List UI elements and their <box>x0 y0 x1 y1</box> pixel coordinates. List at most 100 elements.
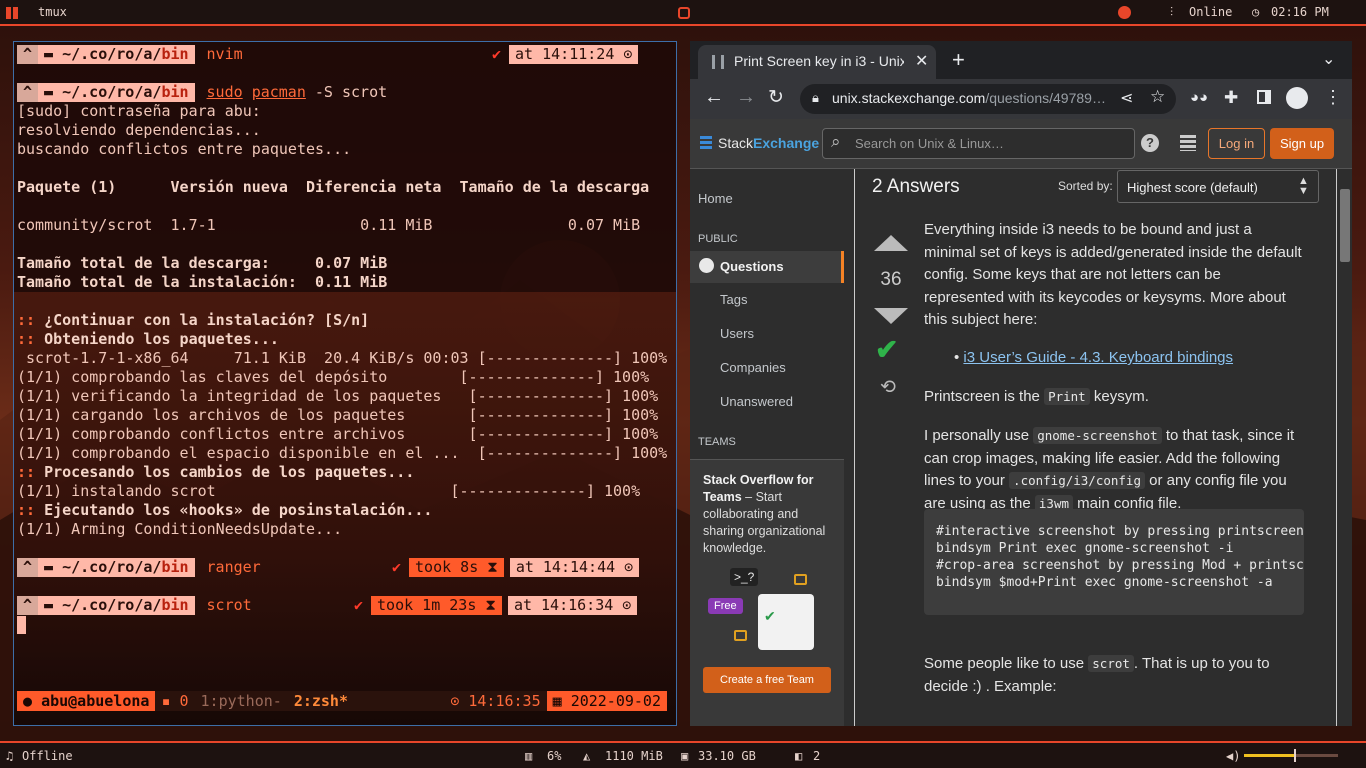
tab-close-icon[interactable]: ✕ <box>915 51 928 71</box>
lock-icon: 🔒︎ <box>812 90 819 105</box>
teams-promo: Stack Overflow for Teams – Start collabo… <box>690 459 844 726</box>
signup-button[interactable]: Sign up <box>1270 128 1334 159</box>
terminal-window[interactable]: ^ ▬ ~/.co/ro/a/bin nvim ✔ at 14:11:24 ⊙ … <box>13 41 677 726</box>
answer-paragraph: Printscreen is the Print keysym. <box>924 388 1149 405</box>
downvote-arrow-icon[interactable] <box>874 308 908 324</box>
hooks-line: :: Ejecutando los «hooks» de posinstalac… <box>17 501 433 519</box>
tmux-window-1[interactable]: 1:python- <box>194 691 288 711</box>
step-line: (1/1) cargando los archivos de los paque… <box>17 406 659 424</box>
took-duration: took 8s ⧗ <box>409 558 504 577</box>
prompt-line: ^ ▬ ~/.co/ro/a/bin scrot <box>17 596 252 615</box>
nav-tags[interactable]: Tags <box>720 292 747 307</box>
cpu-usage: 6% <box>547 749 562 763</box>
arch-icon: ^ <box>17 83 39 102</box>
nav-unanswered[interactable]: Unanswered <box>720 394 793 409</box>
tmux-user: ● abu@abuelona <box>17 691 156 711</box>
cpu-chart-icon: ▥ <box>525 749 533 763</box>
forward-icon[interactable]: → <box>736 86 756 109</box>
sidepanel-icon[interactable] <box>1257 90 1271 104</box>
left-sidebar: Home PUBLIC Questions Tags Users Compani… <box>690 169 855 726</box>
site-brand[interactable]: StackExchange <box>718 135 819 151</box>
share-icon[interactable]: ⋖ <box>1120 88 1133 108</box>
browser-window[interactable]: Print Screen key in i3 - Unix ✕ + ⌄ ← → … <box>690 41 1352 726</box>
sorted-by-label: Sorted by: <box>1058 179 1113 193</box>
volume-level <box>1244 754 1294 757</box>
create-team-button[interactable]: Create a free Team <box>703 667 831 693</box>
profile-avatar[interactable] <box>1286 87 1308 109</box>
windows-icon: ◧ <box>795 749 803 763</box>
nav-users[interactable]: Users <box>720 326 754 341</box>
sort-select-value: Highest score (default) <box>1127 180 1258 195</box>
accepted-check-icon: ✔ <box>875 334 899 365</box>
help-icon[interactable]: ? <box>1141 134 1159 152</box>
grid-icon[interactable] <box>6 7 18 19</box>
nav-companies[interactable]: Companies <box>720 360 786 375</box>
arch-icon: ^ <box>17 596 39 615</box>
bookmark-star-icon[interactable]: ☆ <box>1150 87 1165 107</box>
step-line: (1/1) comprobando el espacio disponible … <box>17 444 668 462</box>
command-text: sudo pacman -S scrot <box>206 83 388 101</box>
site-header: StackExchange ⌕ Search on Unix & Linux… … <box>690 119 1352 169</box>
output-line: [sudo] contraseña para abu: <box>17 102 261 120</box>
url-text: unix.stackexchange.com/questions/49789… <box>832 90 1106 106</box>
prompt-time: at 14:16:34 ⊙ <box>507 596 638 615</box>
success-check-icon: ✔ <box>354 596 364 614</box>
stackexchange-page: StackExchange ⌕ Search on Unix & Linux… … <box>690 119 1352 726</box>
windows-count: 2 <box>813 749 821 763</box>
disk-usage: 33.10 GB <box>698 749 756 763</box>
checklist-card: ✔ <box>758 594 814 650</box>
prompt-line: ^ ▬ ~/.co/ro/a/bin sudo pacman -S scrot <box>17 83 387 102</box>
scrollbar-thumb[interactable] <box>1340 189 1350 262</box>
nav-home[interactable]: Home <box>698 191 733 206</box>
total-download: Tamaño total de la descarga: 0.07 MiB <box>17 254 388 272</box>
palette-icon[interactable] <box>1118 6 1131 19</box>
sort-select[interactable]: Highest score (default) ▲ ▼ <box>1117 170 1319 203</box>
arch-icon: ^ <box>17 558 39 577</box>
volume-icon[interactable]: ◀) <box>1226 749 1240 763</box>
toolbar: ← → ↻ 🔒︎ unix.stackexchange.com/question… <box>690 79 1352 119</box>
tmux-window-0[interactable]: ▪ 0 <box>155 691 195 711</box>
back-icon[interactable]: ← <box>704 86 724 109</box>
prompt-path: ▬ ~/.co/ro/a/bin <box>38 596 195 615</box>
new-tab-icon[interactable]: + <box>952 47 965 73</box>
output-line: resolviendo dependencias... <box>17 121 261 139</box>
upvote-arrow-icon[interactable] <box>874 235 908 251</box>
nav-questions[interactable]: Questions <box>690 251 844 283</box>
browser-menu-icon[interactable]: ⋮ <box>1324 87 1342 108</box>
tmux-window-2[interactable]: 2:zsh* <box>287 691 354 711</box>
disk-icon: ▣ <box>681 749 689 763</box>
tab-active[interactable]: Print Screen key in i3 - Unix ✕ <box>698 45 936 79</box>
answer-paragraph: I personally use gnome-screenshot to tha… <box>924 427 1295 512</box>
site-switcher-icon[interactable] <box>1180 135 1196 151</box>
clock-icon: ◷ <box>1252 5 1260 19</box>
i3-guide-link[interactable]: i3 User’s Guide - 4.3. Keyboard bindings <box>963 349 1233 366</box>
step-line: (1/1) verificando la integridad de los p… <box>17 387 659 405</box>
success-check-icon: ✔ <box>392 558 402 576</box>
vote-score: 36 <box>880 269 902 290</box>
step-line: (1/1) comprobando las claves del depósit… <box>17 368 650 386</box>
memory-usage: 1110 MiB <box>605 749 663 763</box>
chat-bubble-icon <box>734 630 747 641</box>
extensions-puzzle-icon[interactable]: ✚ <box>1224 88 1238 108</box>
volume-knob[interactable] <box>1293 749 1296 762</box>
volume-slider[interactable] <box>1244 749 1338 762</box>
login-button[interactable]: Log in <box>1208 128 1265 159</box>
extension-glasses-icon[interactable]: ◕◕ <box>1190 89 1208 106</box>
reload-icon[interactable]: ↻ <box>768 86 784 109</box>
total-install: Tamaño total de la instalación: 0.11 MiB <box>17 273 388 291</box>
answer-list-item: • i3 User’s Guide - 4.3. Keyboard bindin… <box>954 349 1234 366</box>
terminal-prompt-graphic: >_? <box>730 568 759 586</box>
site-search-box[interactable]: ⌕ Search on Unix & Linux… <box>822 128 1135 159</box>
stackexchange-logo-icon[interactable] <box>700 136 712 150</box>
teams-illustration: >_? Free ✔ <box>708 568 824 658</box>
search-icon: ⌕ <box>831 132 841 151</box>
table-header: Paquete (1) Versión nueva Diferencia net… <box>17 178 650 196</box>
free-badge: Free <box>708 598 743 614</box>
tmux-time: ⊙ 14:16:35 <box>444 691 547 711</box>
tab-search-chevron-icon[interactable]: ⌄ <box>1322 49 1335 69</box>
page-scrollbar[interactable] <box>1336 169 1352 726</box>
nav-questions-label: Questions <box>720 259 784 274</box>
address-bar[interactable]: 🔒︎ unix.stackexchange.com/questions/4978… <box>800 84 1176 114</box>
history-icon[interactable]: ⟲ <box>880 376 896 399</box>
prompt-path: ▬ ~/.co/ro/a/bin <box>38 45 195 64</box>
